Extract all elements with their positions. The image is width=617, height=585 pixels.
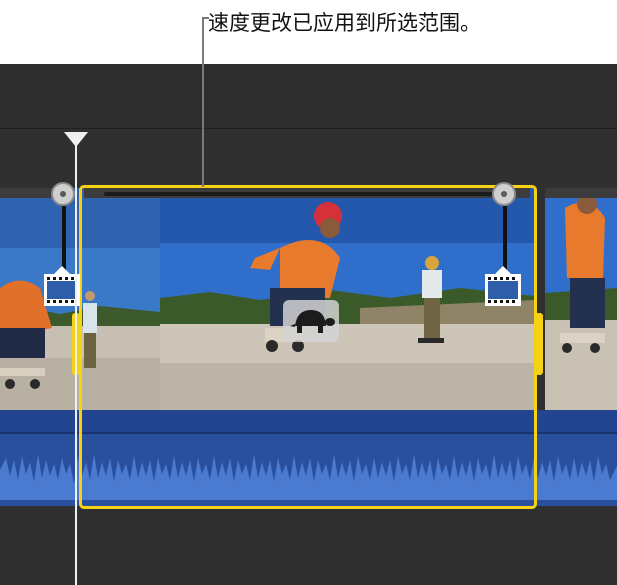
clip-thumbnail-right: [545, 188, 617, 410]
playhead-line[interactable]: [75, 146, 77, 585]
speed-knob-left[interactable]: [51, 182, 75, 206]
slow-speed-badge: [283, 300, 339, 342]
callout-label: 速度更改已应用到所选范围。: [208, 11, 481, 35]
range-handle-right[interactable]: [535, 313, 543, 375]
video-clip-right[interactable]: [545, 188, 617, 410]
speed-knob-right[interactable]: [492, 182, 516, 206]
speed-knob-stem-right: [503, 206, 507, 270]
callout-leader-line: [202, 17, 204, 187]
film-marker-icon[interactable]: [484, 266, 522, 306]
speed-range-bar-right: [545, 188, 617, 198]
selected-range-frame[interactable]: [79, 185, 537, 509]
speed-knob-stem-left: [62, 206, 66, 270]
turtle-icon: [290, 310, 335, 333]
playhead-marker[interactable]: [64, 132, 88, 147]
timeline-ruler[interactable]: [0, 64, 617, 129]
